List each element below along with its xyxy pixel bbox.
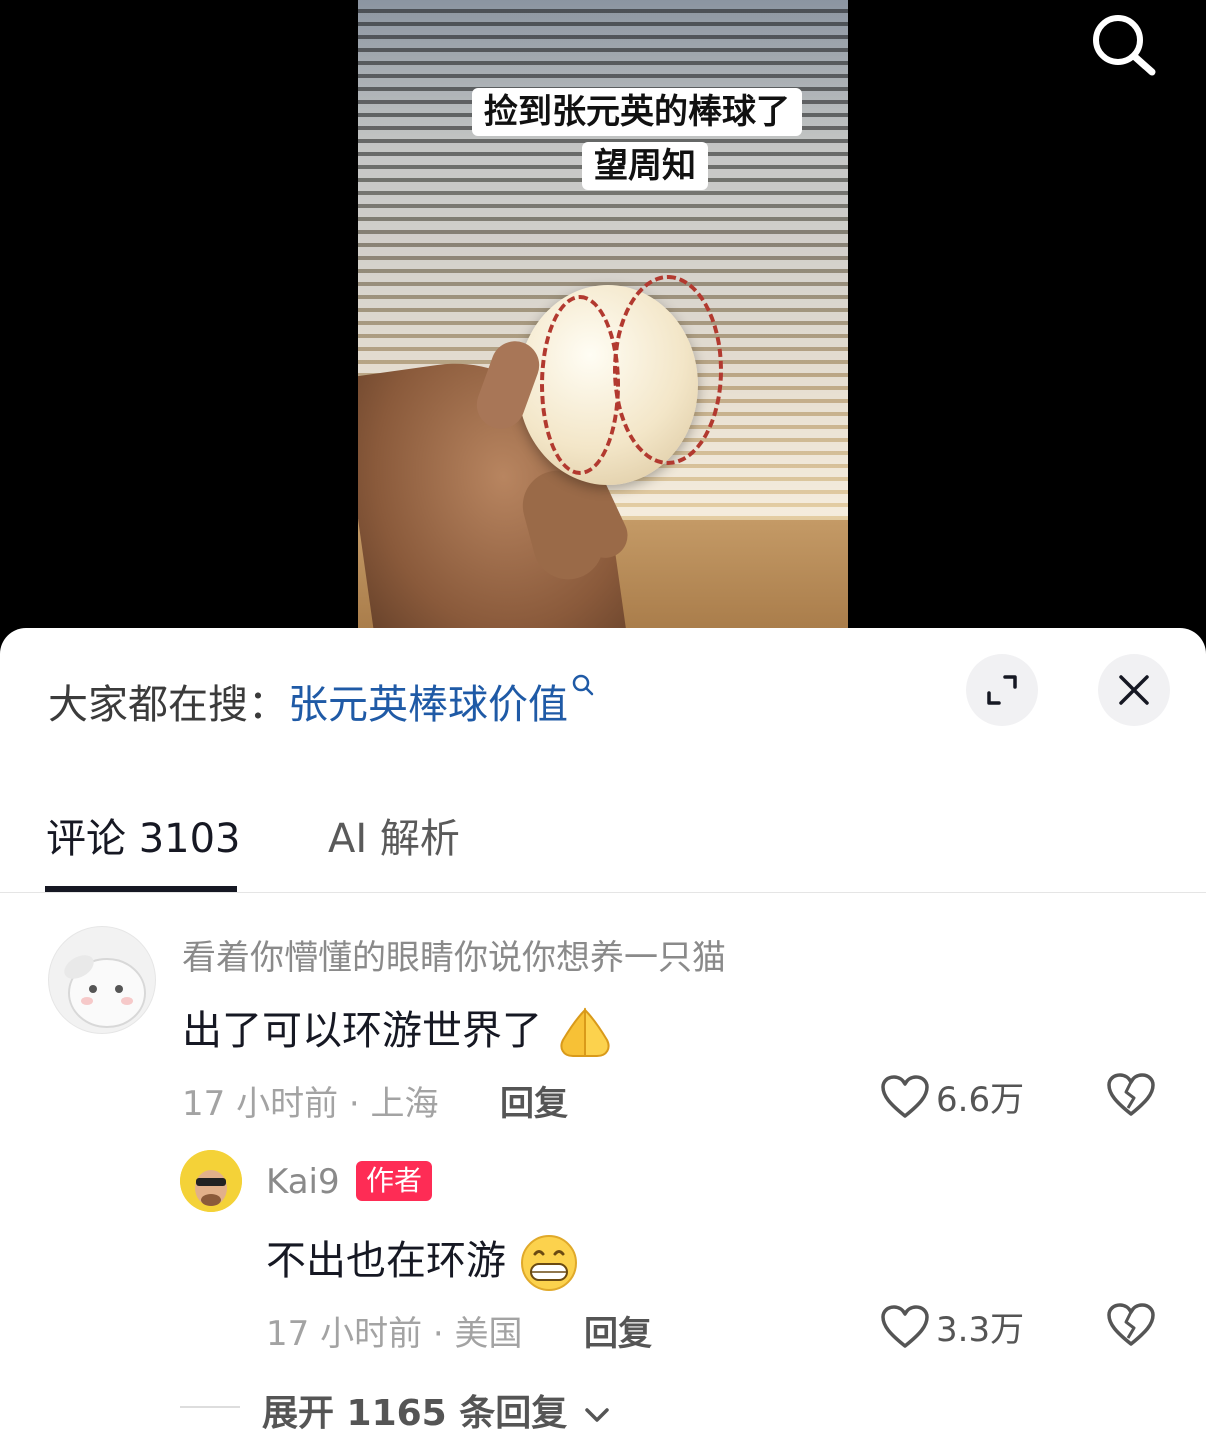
reply-text-body: 不出也在环游 xyxy=(266,1238,506,1284)
reply-button[interactable]: 回复 xyxy=(500,1076,568,1125)
broken-heart-icon xyxy=(1107,1303,1155,1346)
expand-button[interactable] xyxy=(966,654,1038,726)
heart-icon xyxy=(881,1304,929,1348)
baseball-image xyxy=(518,275,723,485)
hot-search-term[interactable]: 张元英棒球价值 xyxy=(288,682,568,728)
author-avatar-icon xyxy=(180,1150,242,1212)
broken-heart-icon xyxy=(1107,1073,1155,1116)
video-caption-line2: 望周知 xyxy=(582,142,708,190)
like-button[interactable]: 6.6万 xyxy=(880,1072,1024,1121)
avatar[interactable] xyxy=(48,926,156,1034)
dislike-button[interactable] xyxy=(1106,1072,1156,1122)
video-caption-line1: 捡到张元英的棒球了 xyxy=(472,88,802,136)
like-button[interactable]: 3.3万 xyxy=(880,1302,1024,1351)
divider xyxy=(180,1406,240,1408)
video-frame[interactable]: 捡到张元英的棒球了 望周知 xyxy=(358,0,848,640)
expand-icon xyxy=(987,675,1017,705)
expand-replies-button[interactable]: 展开 1165 条回复 xyxy=(262,1384,610,1436)
tab-ai-analysis[interactable]: AI 解析 xyxy=(328,806,460,864)
reply-meta: 17 小时前 · 美国 xyxy=(266,1314,523,1354)
reply-button[interactable]: 回复 xyxy=(584,1306,652,1355)
praying-hands-emoji xyxy=(560,1007,610,1057)
video-player[interactable]: 捡到张元英的棒球了 望周知 xyxy=(0,0,1206,640)
close-icon xyxy=(1119,675,1149,705)
hot-search-prefix: 大家都在搜： xyxy=(48,682,288,728)
reply-text: 不出也在环游 xyxy=(266,1228,579,1292)
comment-sheet: 大家都在搜：张元英棒球价值 评论 3103 AI 解析 看着你懵懂的眼睛你说你想… xyxy=(0,628,1206,1456)
like-count: 3.3万 xyxy=(936,1310,1025,1350)
search-icon xyxy=(1093,15,1156,76)
author-badge: 作者 xyxy=(356,1161,433,1201)
expand-replies-label: 展开 1165 条回复 xyxy=(262,1393,568,1434)
reply-username[interactable]: Kai9 xyxy=(266,1162,340,1202)
search-icon xyxy=(572,674,594,696)
heart-icon xyxy=(881,1074,929,1118)
close-button[interactable] xyxy=(1098,654,1170,726)
comment-meta: 17 小时前 · 上海 xyxy=(182,1084,439,1124)
grinning-emoji xyxy=(520,1235,577,1291)
hot-search-bar[interactable]: 大家都在搜：张元英棒球价值 xyxy=(48,672,594,730)
tab-comments[interactable]: 评论 3103 xyxy=(46,806,241,864)
rabbit-avatar-icon xyxy=(64,955,146,1028)
divider xyxy=(0,892,1206,893)
like-count: 6.6万 xyxy=(936,1080,1025,1120)
comment-text: 出了可以环游世界了 xyxy=(182,998,615,1060)
dislike-button[interactable] xyxy=(1106,1302,1156,1352)
search-button[interactable] xyxy=(1088,12,1158,78)
comment-username[interactable]: 看着你懵懂的眼睛你说你想养一只猫 xyxy=(182,930,726,979)
chevron-down-icon xyxy=(585,1408,609,1422)
comment-text-body: 出了可以环游世界了 xyxy=(182,1008,542,1054)
avatar[interactable] xyxy=(180,1150,242,1212)
